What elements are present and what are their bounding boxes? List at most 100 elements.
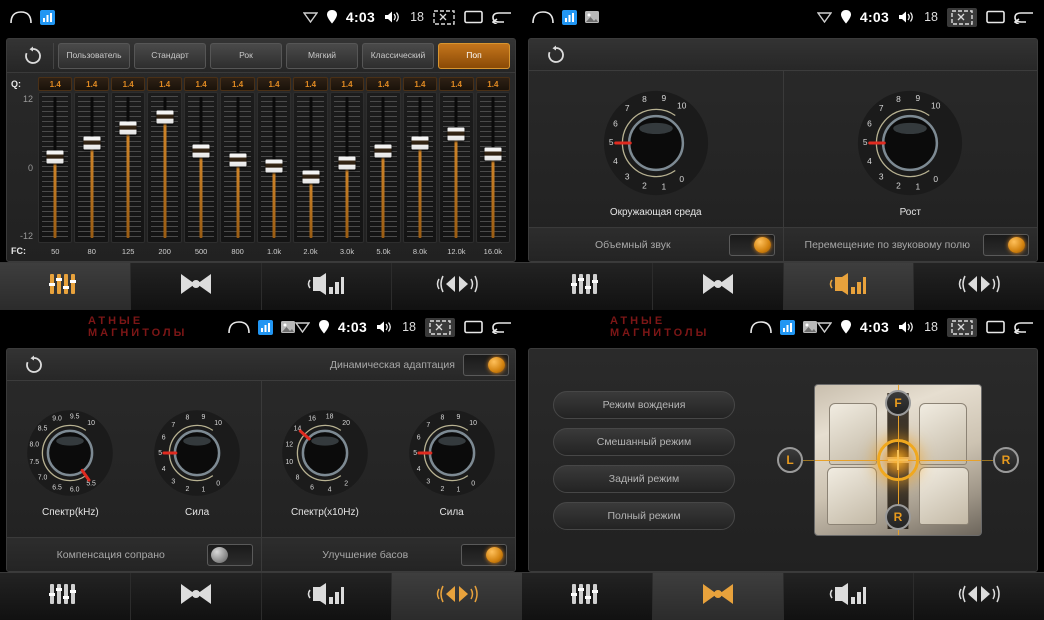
- q-value-10[interactable]: 1.4: [402, 77, 438, 91]
- knob-sila-bass[interactable]: 0 1 2 3 4 5 6 7 8 9 10 Сила: [406, 407, 498, 518]
- q-value-11[interactable]: 1.4: [439, 77, 474, 91]
- eq-slider-11[interactable]: [439, 92, 474, 243]
- home-icon[interactable]: [228, 320, 250, 334]
- knob-dial[interactable]: 0 1 2 34 5 67 8 9 10: [151, 407, 243, 499]
- tab-surround[interactable]: [392, 573, 522, 620]
- knob-dial[interactable]: 0 1 2 34 5 67 8 9 10: [600, 87, 712, 199]
- eq-slider-12[interactable]: [475, 92, 511, 243]
- tab-balance[interactable]: [131, 573, 262, 620]
- gallery-icon[interactable]: [280, 321, 295, 333]
- eq-slider-10[interactable]: [402, 92, 438, 243]
- app-icon[interactable]: [257, 319, 273, 335]
- slider-handle[interactable]: [338, 156, 356, 170]
- direction-front-button[interactable]: F: [885, 390, 911, 416]
- q-value-0[interactable]: 1.4: [38, 77, 73, 91]
- tab-effects[interactable]: [262, 263, 393, 310]
- gallery-icon[interactable]: [802, 321, 817, 333]
- q-value-8[interactable]: 1.4: [329, 77, 365, 91]
- reset-icon[interactable]: [535, 42, 577, 68]
- eq-slider-3[interactable]: [147, 92, 182, 243]
- home-icon[interactable]: [532, 10, 554, 24]
- mode-button-mixed[interactable]: Смешанный режим: [553, 427, 735, 456]
- slider-handle[interactable]: [411, 136, 429, 150]
- q-value-12[interactable]: 1.4: [475, 77, 511, 91]
- knob-spektr-khz[interactable]: 5.5 6.0 6.5 7.0 7.5 8.0 8.5 9.0 9.5 10 Спектр(kHz…: [24, 407, 116, 518]
- eq-slider-0[interactable]: [38, 92, 73, 243]
- q-value-2[interactable]: 1.4: [110, 77, 146, 91]
- gallery-icon[interactable]: [585, 11, 599, 23]
- slider-handle[interactable]: [192, 144, 210, 158]
- mode-button-full[interactable]: Полный режим: [553, 501, 735, 530]
- tab-equalizer[interactable]: [0, 263, 131, 310]
- knob-rost[interactable]: 0 1 2 3 4 5 6 7 8 9 10 Рост: [854, 87, 966, 218]
- knob-spektr-x10hz[interactable]: 2 4 6 8 10 12 14 16 18 20 Спектр(x10Hz): [279, 407, 371, 518]
- slider-handle[interactable]: [265, 159, 283, 173]
- slider-handle[interactable]: [302, 170, 320, 184]
- recents-icon[interactable]: [986, 10, 1005, 24]
- preset-button-2[interactable]: Рок: [210, 42, 282, 69]
- app-icon[interactable]: [40, 9, 55, 25]
- back-icon[interactable]: [492, 320, 512, 334]
- slider-handle[interactable]: [83, 136, 101, 150]
- direction-left-button[interactable]: L: [777, 447, 803, 473]
- mode-button-rear[interactable]: Задний режим: [553, 464, 735, 493]
- tab-equalizer[interactable]: [0, 573, 131, 620]
- app-icon[interactable]: [562, 9, 577, 25]
- app-icon[interactable]: [779, 319, 795, 335]
- recents-icon[interactable]: [464, 320, 483, 334]
- slider-handle[interactable]: [229, 153, 247, 167]
- slider-handle[interactable]: [46, 150, 64, 164]
- slider-handle[interactable]: [374, 144, 392, 158]
- screenshot-icon[interactable]: [947, 7, 977, 27]
- tab-equalizer[interactable]: [522, 573, 653, 620]
- balance-position-marker[interactable]: [877, 439, 919, 481]
- recents-icon[interactable]: [986, 320, 1005, 334]
- q-value-7[interactable]: 1.4: [293, 77, 328, 91]
- tab-surround[interactable]: [392, 263, 522, 310]
- home-icon[interactable]: [750, 320, 772, 334]
- screenshot-icon[interactable]: [425, 317, 455, 337]
- mode-button-driving[interactable]: Режим вождения: [553, 390, 735, 419]
- preset-button-1[interactable]: Стандарт: [134, 42, 206, 69]
- knob-okruzhayushchaya-sreda[interactable]: 0 1 2 3 4 5 6 7 8 9 10 Окружающая среда: [600, 87, 712, 218]
- tab-effects[interactable]: [783, 263, 915, 310]
- eq-slider-9[interactable]: [366, 92, 401, 243]
- eq-slider-4[interactable]: [183, 92, 219, 243]
- slider-handle[interactable]: [484, 147, 502, 161]
- preset-button-3[interactable]: Мягкий: [286, 42, 358, 69]
- knob-dial[interactable]: 246810121416 1820: [279, 407, 371, 499]
- tab-effects[interactable]: [262, 573, 393, 620]
- slider-handle[interactable]: [119, 121, 137, 135]
- back-icon[interactable]: [1014, 320, 1034, 334]
- slider-handle[interactable]: [156, 110, 174, 124]
- screenshot-icon[interactable]: [433, 9, 455, 25]
- dynamic-adaptation-toggle[interactable]: [463, 353, 509, 376]
- eq-slider-1[interactable]: [74, 92, 109, 243]
- bass-boost-toggle[interactable]: [461, 543, 507, 566]
- q-value-9[interactable]: 1.4: [366, 77, 401, 91]
- tab-balance[interactable]: [653, 263, 784, 310]
- knob-sila-treble[interactable]: 0 1 2 3 4 5 6 7 8 9 10 Сила: [151, 407, 243, 518]
- knob-dial[interactable]: 5.5 6.0 6.5 7.0 7.5 8.0 8.5 9.0 9.5 10: [24, 407, 116, 499]
- balance-stage[interactable]: F L R R: [759, 384, 1037, 536]
- recents-icon[interactable]: [464, 10, 483, 24]
- knob-dial[interactable]: 0 1 2 34 5 67 8 9 10: [854, 87, 966, 199]
- tab-effects[interactable]: [784, 573, 915, 620]
- eq-slider-8[interactable]: [329, 92, 365, 243]
- screenshot-icon[interactable]: [947, 317, 977, 337]
- tab-surround[interactable]: [914, 263, 1044, 310]
- tab-surround[interactable]: [914, 573, 1044, 620]
- q-value-4[interactable]: 1.4: [183, 77, 219, 91]
- direction-right-button[interactable]: R: [993, 447, 1019, 473]
- q-value-5[interactable]: 1.4: [220, 77, 255, 91]
- surround-toggle[interactable]: [728, 233, 775, 256]
- reset-icon[interactable]: [13, 352, 55, 378]
- home-icon[interactable]: [10, 10, 32, 24]
- q-value-1[interactable]: 1.4: [74, 77, 109, 91]
- tab-balance[interactable]: [652, 573, 784, 620]
- reset-icon[interactable]: [12, 42, 54, 69]
- preset-button-5[interactable]: Поп: [438, 42, 510, 69]
- eq-slider-2[interactable]: [110, 92, 146, 243]
- eq-slider-5[interactable]: [220, 92, 255, 243]
- soprano-compensation-toggle[interactable]: [206, 543, 253, 566]
